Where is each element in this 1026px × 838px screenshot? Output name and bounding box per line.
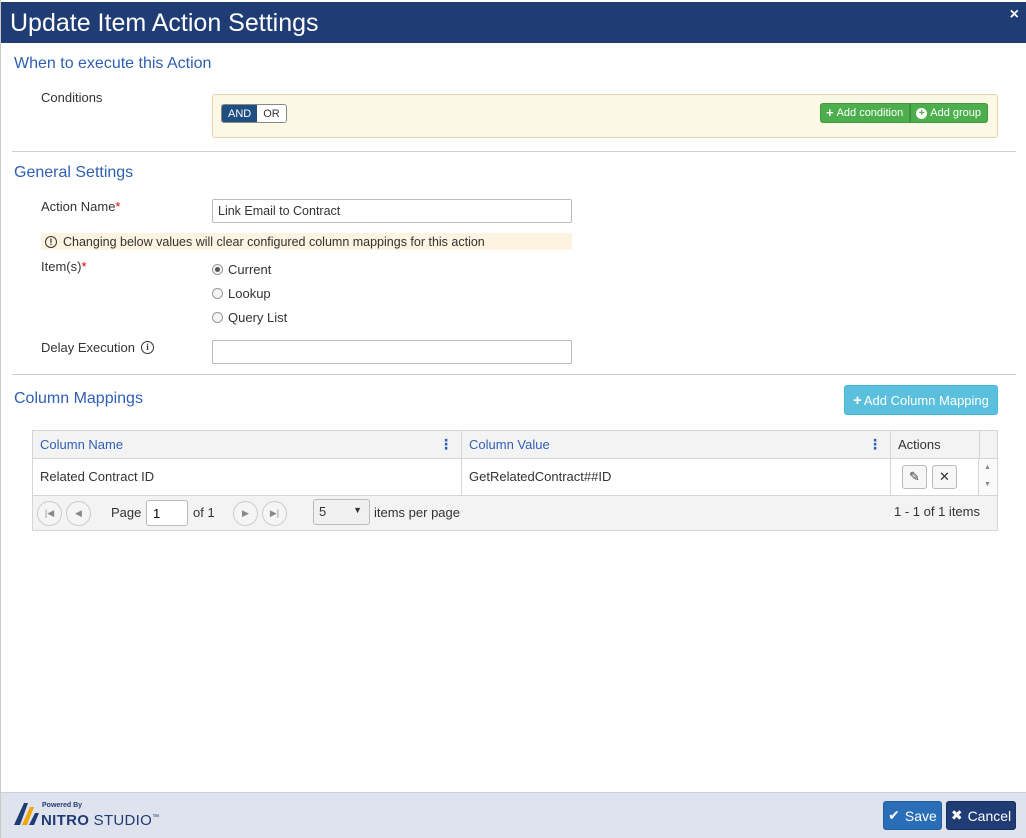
section-title-when: When to execute this Action — [14, 55, 212, 72]
and-or-toggle: AND OR — [221, 104, 287, 123]
delay-execution-input[interactable] — [212, 340, 572, 364]
grid-header: Column Name ⋮ Column Value ⋮ Actions — [33, 431, 997, 459]
section-title-mappings: Column Mappings — [14, 390, 143, 407]
exclamation-circle-icon: ! — [45, 235, 57, 248]
page-size-value: 5 — [319, 504, 327, 519]
page-count: of 1 — [193, 505, 215, 520]
dialog-footer: Powered By NITRO STUDIO™ ✔ Save ✖ Cancel — [1, 792, 1026, 838]
next-page-icon[interactable]: ▶ — [233, 501, 258, 526]
items-label-text: Item(s) — [41, 259, 82, 274]
mapping-warning: ! Changing below values will clear confi… — [41, 233, 572, 250]
nitro-studio-logo: Powered By NITRO STUDIO™ — [12, 799, 159, 831]
delay-execution-label: Delay Execution i — [41, 340, 154, 355]
scroll-up-icon[interactable]: ▲ — [984, 464, 991, 471]
add-group-button[interactable]: + Add group — [910, 103, 988, 123]
radio-label: Current — [228, 262, 272, 277]
table-row: Related Contract ID GetRelatedContract##… — [33, 459, 997, 496]
radio-button[interactable] — [212, 312, 223, 323]
pencil-icon: ✎ — [909, 469, 920, 484]
plus-icon: + — [853, 391, 862, 409]
add-condition-label: Add condition — [836, 107, 904, 119]
column-header-label: Column Name — [40, 437, 124, 452]
items-per-page-label: items per page — [374, 505, 460, 520]
grid-pager: |◀ ◀ Page of 1 ▶ ▶| 5 ▼ items per page 1… — [33, 496, 997, 530]
section-divider — [12, 151, 1016, 152]
nitro-logo-icon — [14, 803, 39, 825]
page-label: Page — [111, 505, 142, 520]
page-number-input[interactable] — [146, 500, 188, 526]
plus-circle-icon: + — [916, 107, 928, 119]
cell-column-name: Related Contract ID — [33, 459, 462, 495]
edit-button[interactable]: ✎ — [902, 465, 927, 489]
warning-text: Changing below values will clear configu… — [63, 234, 485, 249]
required-marker: * — [81, 259, 87, 274]
action-name-label-text: Action Name — [41, 199, 116, 214]
item-option-query-list[interactable]: Query List — [212, 310, 287, 325]
required-marker: * — [115, 199, 121, 214]
chevron-down-icon: ▼ — [353, 505, 362, 515]
column-header-name[interactable]: Column Name ⋮ — [33, 431, 462, 459]
cell-column-value: GetRelatedContract##ID — [462, 459, 891, 495]
add-group-label: Add group — [930, 107, 981, 119]
cancel-label: Cancel — [967, 807, 1012, 824]
action-name-label: Action Name* — [41, 199, 120, 214]
conditions-builder: AND OR + Add condition + Add group — [212, 94, 998, 138]
or-toggle-button[interactable]: OR — [257, 105, 286, 122]
delay-label-text: Delay Execution — [41, 340, 135, 355]
and-toggle-button[interactable]: AND — [222, 105, 258, 122]
add-column-mapping-label: Add Column Mapping — [863, 392, 989, 408]
page-size-select[interactable]: 5 ▼ — [313, 499, 370, 525]
radio-button[interactable] — [212, 288, 223, 299]
section-title-general: General Settings — [14, 164, 134, 181]
brand-light: STUDIO — [89, 812, 153, 829]
update-item-action-dialog: Update Item Action Settings × When to ex… — [0, 0, 1026, 838]
column-header-label: Column Value — [469, 437, 550, 452]
radio-label: Query List — [228, 310, 288, 325]
close-icon: ✕ — [939, 469, 950, 484]
close-icon[interactable]: × — [1010, 7, 1019, 23]
brand-bold: NITRO — [41, 812, 90, 829]
trademark: ™ — [152, 814, 160, 821]
pager-summary: 1 - 1 of 1 items — [894, 504, 980, 519]
grid-scrollbar[interactable]: ▲ ▼ — [979, 459, 997, 495]
close-icon: ✖ — [950, 807, 963, 823]
action-name-input[interactable] — [212, 199, 572, 223]
dialog-titlebar: Update Item Action Settings × — [1, 2, 1026, 43]
item-option-current[interactable]: Current — [212, 262, 271, 277]
column-mappings-grid: Column Name ⋮ Column Value ⋮ Actions Rel… — [32, 430, 998, 531]
brand-name: NITRO STUDIO™ — [41, 812, 159, 829]
save-label: Save — [904, 807, 937, 824]
radio-label: Lookup — [228, 286, 271, 301]
radio-button[interactable] — [212, 264, 223, 275]
scroll-down-icon[interactable]: ▼ — [984, 481, 991, 488]
items-label: Item(s)* — [41, 259, 87, 274]
column-header-label: Actions — [898, 437, 941, 452]
condition-actions: + Add condition + Add group — [819, 103, 988, 123]
first-page-icon[interactable]: |◀ — [37, 501, 62, 526]
delete-button[interactable]: ✕ — [932, 465, 957, 489]
column-header-value[interactable]: Column Value ⋮ — [462, 431, 891, 459]
save-button[interactable]: ✔ Save — [883, 801, 942, 830]
powered-by-text: Powered By — [42, 802, 83, 809]
add-condition-button[interactable]: + Add condition — [819, 103, 911, 123]
cell-actions: ✎ ✕ — [891, 459, 979, 495]
item-option-lookup[interactable]: Lookup — [212, 286, 271, 301]
last-page-icon[interactable]: ▶| — [262, 501, 287, 526]
conditions-label: Conditions — [41, 90, 103, 105]
column-header-actions: Actions — [891, 431, 980, 459]
section-divider — [12, 374, 1016, 375]
column-menu-icon[interactable]: ⋮ — [868, 431, 882, 458]
info-icon[interactable]: i — [140, 341, 154, 354]
add-column-mapping-button[interactable]: + Add Column Mapping — [844, 385, 998, 415]
dialog-title: Update Item Action Settings — [10, 9, 319, 37]
plus-icon: + — [825, 105, 834, 120]
check-icon: ✔ — [888, 807, 900, 823]
cancel-button[interactable]: ✖ Cancel — [946, 801, 1016, 830]
column-menu-icon[interactable]: ⋮ — [439, 431, 453, 458]
prev-page-icon[interactable]: ◀ — [66, 501, 91, 526]
